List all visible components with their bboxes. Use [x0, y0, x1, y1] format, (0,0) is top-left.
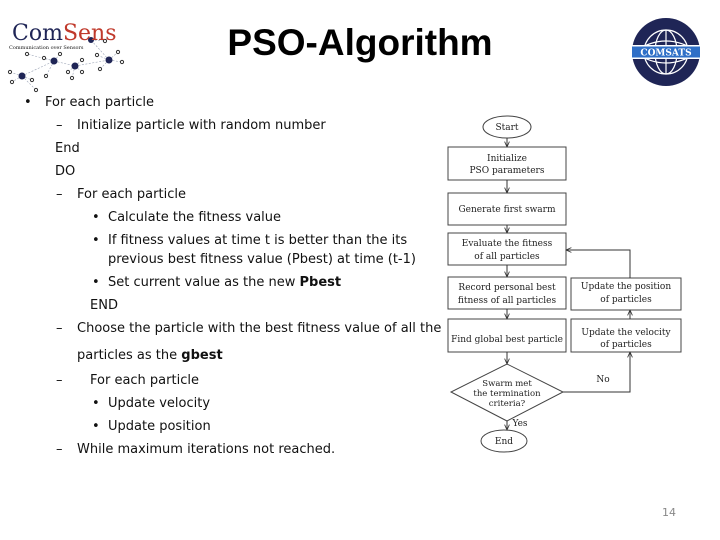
- bullet-marker: •: [92, 396, 100, 411]
- dash-marker: –: [56, 321, 63, 336]
- update-position-label-1: Update the position: [581, 282, 671, 292]
- evaluate-label-2: of all particles: [474, 252, 540, 262]
- text-line: For each particle: [90, 373, 199, 388]
- generate-label: Generate first swarm: [458, 205, 556, 215]
- bullet-marker: •: [24, 95, 32, 110]
- bullet-marker: •: [92, 210, 100, 225]
- decision-label-1: Swarm met: [482, 379, 532, 389]
- no-label: No: [596, 375, 609, 385]
- text-line: Initialize particle with random number: [77, 118, 326, 133]
- bullet-marker: •: [92, 233, 100, 248]
- yes-label: Yes: [511, 419, 527, 429]
- text-line: particles as the gbest: [77, 348, 223, 363]
- text-line: DO: [55, 164, 76, 179]
- record-label-1: Record personal best: [458, 283, 556, 293]
- update-velocity-label-2: of particles: [600, 340, 652, 350]
- text-line: Calculate the fitness value: [108, 210, 282, 225]
- record-label-2: fitness of all particles: [458, 296, 557, 306]
- end-label: End: [495, 437, 513, 447]
- decision-label-3: criteria?: [489, 399, 526, 409]
- gbest-term: gbest: [181, 348, 223, 363]
- arrow-decision-velocity: [563, 352, 630, 393]
- text-line: If fitness values at time t is better th…: [108, 233, 408, 248]
- text-line: While maximum iterations not reached.: [77, 442, 336, 457]
- update-position-label-2: of particles: [600, 295, 652, 305]
- pso-flowchart: Start Initialize PSO parameters Generate…: [440, 110, 720, 470]
- comsats-text: COMSATS: [640, 49, 691, 59]
- arrow-position-evaluate: [566, 250, 631, 278]
- start-label: Start: [495, 123, 518, 133]
- text-line: previous best fitness value (Pbest) at t…: [108, 252, 416, 267]
- text-line: Update position: [108, 419, 211, 434]
- text-line: END: [90, 298, 118, 313]
- comsats-logo: COMSATS: [620, 14, 712, 89]
- text-line: For each particle: [77, 187, 186, 202]
- globe-icon: COMSATS: [630, 18, 702, 86]
- init-label-2: PSO parameters: [470, 166, 545, 176]
- dash-marker: –: [56, 187, 63, 202]
- page-number: 14: [662, 506, 676, 519]
- text-segment: Set current value as the new: [108, 275, 300, 290]
- init-label-1: Initialize: [487, 154, 527, 164]
- text-line: End: [55, 141, 80, 156]
- text-segment: particles as the: [77, 348, 182, 363]
- text-line: Update velocity: [108, 396, 211, 411]
- decision-label-2: the termination: [473, 389, 541, 399]
- dash-marker: –: [56, 118, 63, 133]
- bullet-marker: •: [92, 419, 100, 434]
- pbest-term: Pbest: [299, 275, 342, 290]
- text-line: For each particle: [45, 95, 154, 110]
- update-velocity-label-1: Update the velocity: [581, 328, 671, 338]
- algorithm-text: • For each particle – Initialize particl…: [0, 0, 442, 540]
- evaluate-label-1: Evaluate the fitness: [462, 239, 553, 249]
- text-line: Choose the particle with the best fitnes…: [77, 321, 442, 336]
- bullet-marker: •: [92, 275, 100, 290]
- text-line: Set current value as the new Pbest: [108, 275, 341, 290]
- dash-marker: –: [56, 373, 63, 388]
- dash-marker: –: [56, 442, 63, 457]
- find-global-label: Find global best particle: [451, 335, 563, 345]
